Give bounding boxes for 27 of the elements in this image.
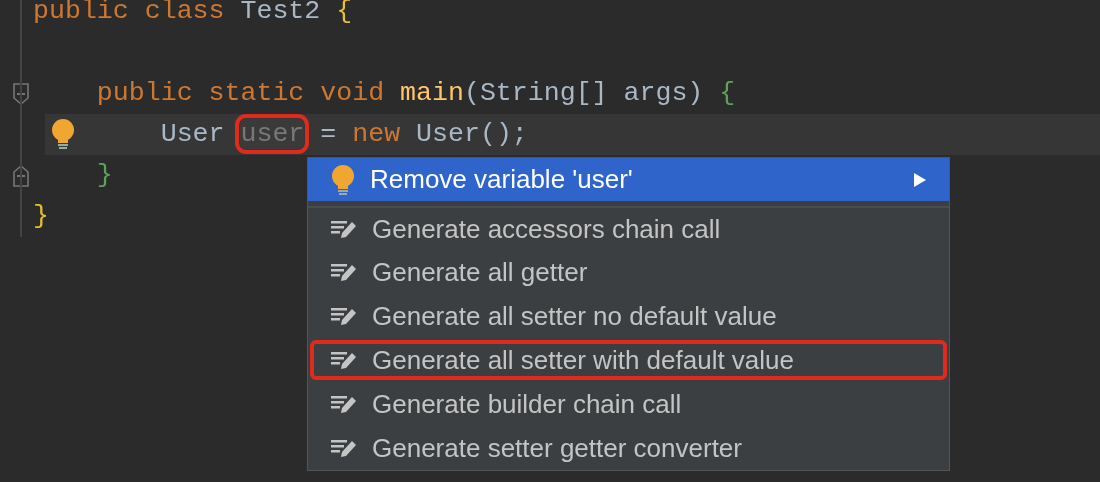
menu-item[interactable]: Generate all setter with default value bbox=[308, 338, 949, 382]
code-text: (String[] args) bbox=[463, 78, 704, 108]
method-name: main bbox=[400, 78, 464, 108]
edit-icon bbox=[330, 261, 358, 283]
lightbulb-icon bbox=[330, 163, 356, 196]
menu-item[interactable]: Generate all setter no default value bbox=[308, 294, 949, 338]
brace: } bbox=[33, 201, 49, 231]
edit-icon bbox=[330, 437, 358, 459]
menu-item[interactable]: Generate setter getter converter bbox=[308, 426, 949, 470]
code-text: User(); bbox=[416, 119, 528, 149]
edit-icon bbox=[330, 305, 358, 327]
keyword: new bbox=[352, 119, 401, 149]
bulb-icon[interactable] bbox=[50, 118, 76, 150]
code-text: User bbox=[160, 119, 225, 149]
menu-item[interactable]: Generate accessors chain call bbox=[308, 206, 949, 250]
menu-item[interactable]: Generate all getter bbox=[308, 250, 949, 294]
edit-icon bbox=[330, 349, 358, 371]
menu-item[interactable]: Generate builder chain call bbox=[308, 382, 949, 426]
menu-item[interactable]: Remove variable 'user' bbox=[308, 158, 949, 201]
edit-icon bbox=[330, 218, 358, 240]
code-text: = bbox=[320, 119, 337, 149]
keyword: public static void bbox=[96, 78, 385, 108]
submenu-arrow-icon bbox=[913, 171, 927, 188]
edit-icon bbox=[330, 393, 358, 415]
code-text: Test2 bbox=[240, 0, 321, 26]
brace: } bbox=[96, 160, 113, 190]
brace: { bbox=[719, 78, 736, 108]
